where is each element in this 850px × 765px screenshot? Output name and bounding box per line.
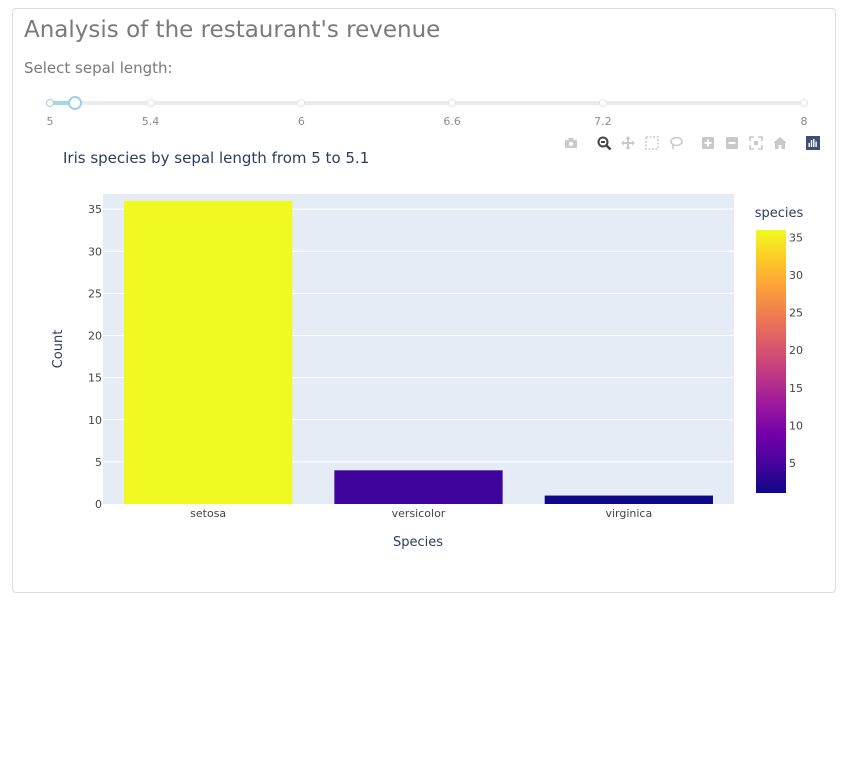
reset-axes-icon[interactable] — [771, 134, 789, 152]
zoom-icon[interactable] — [595, 134, 613, 152]
modebar — [550, 134, 820, 154]
y-tick-label: 35 — [88, 203, 102, 216]
y-tick-label: 25 — [88, 287, 102, 300]
y-tick-label: 0 — [95, 498, 102, 511]
bar-setosa[interactable] — [124, 200, 293, 504]
colorbar-tick-label: 5 — [789, 457, 796, 470]
plotly-logo-icon[interactable] — [804, 134, 822, 152]
y-tick-label: 5 — [95, 456, 102, 469]
chart-title: Iris species by sepal length from 5 to 5… — [63, 149, 369, 167]
colorbar-tick-label: 15 — [789, 382, 803, 395]
colorbar-tick-label: 10 — [789, 419, 803, 432]
y-tick-label: 20 — [88, 330, 102, 343]
camera-icon[interactable] — [562, 134, 580, 152]
pan-icon[interactable] — [619, 134, 637, 152]
x-tick-label: setosa — [190, 507, 226, 520]
colorbar — [756, 230, 786, 493]
zoom-in-icon[interactable] — [699, 134, 717, 152]
x-tick-label: versicolor — [392, 507, 446, 520]
colorbar-tick-label: 30 — [789, 269, 803, 282]
colorbar-tick-label: 20 — [789, 344, 803, 357]
box-select-icon[interactable] — [643, 134, 661, 152]
autoscale-icon[interactable] — [747, 134, 765, 152]
colorbar-tick-label: 35 — [789, 232, 803, 245]
x-tick-label: virginica — [605, 507, 652, 520]
colorbar-tick-label: 25 — [789, 307, 803, 320]
bar-versicolor[interactable] — [334, 470, 503, 504]
x-axis-title: Species — [393, 535, 443, 550]
zoom-out-icon[interactable] — [723, 134, 741, 152]
y-tick-label: 30 — [88, 245, 102, 258]
y-tick-label: 10 — [88, 414, 102, 427]
bar-chart: Iris species by sepal length from 5 to 5… — [51, 149, 804, 550]
y-axis-title: Count — [51, 330, 66, 369]
y-tick-label: 15 — [88, 372, 102, 385]
colorbar-title: species — [755, 206, 804, 221]
lasso-select-icon[interactable] — [667, 134, 685, 152]
bar-virginica[interactable] — [544, 495, 713, 504]
